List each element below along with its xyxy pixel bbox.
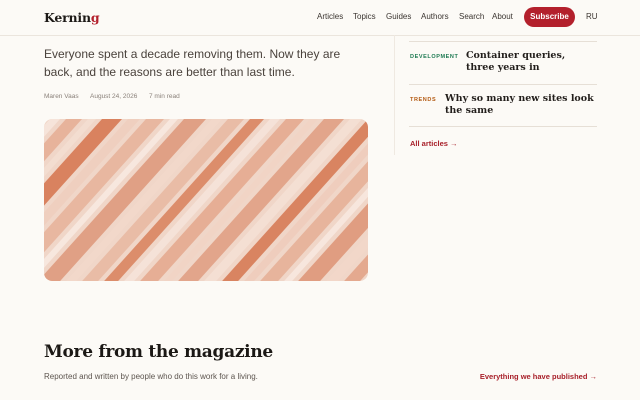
sidebar-item-development[interactable]: DEVELOPMENT Container queries, three yea… [409, 50, 597, 80]
topic-tag: TRENDS [410, 97, 437, 103]
article-lede: Everyone spent a decade removing them. N… [44, 47, 341, 79]
section-subtitle: Reported and written by people who do th… [44, 372, 258, 381]
nav-link-about[interactable]: About [492, 12, 513, 21]
language-switch[interactable]: RU [586, 12, 598, 21]
site-header: Kerning Articles Topics Guides Authors S… [0, 0, 640, 36]
article-read-time: 7 min read [149, 93, 180, 100]
nav-link-search[interactable]: Search [459, 12, 484, 21]
nav-link-topics[interactable]: Topics [353, 12, 376, 21]
sidebar-item-trends[interactable]: TRENDS Why so many new sites look the sa… [409, 93, 597, 123]
article-date: August 24, 2026 [90, 93, 138, 100]
sidebar-item-title[interactable]: Why so many new sites look the same [445, 93, 595, 117]
section-title: More from the magazine [44, 342, 273, 362]
diagonal-stripes-illustration [44, 119, 368, 281]
hero-image[interactable] [44, 119, 368, 281]
site-logo[interactable]: Kerning [44, 10, 100, 25]
sidebar-rule [409, 84, 597, 85]
article-author[interactable]: Maren Vaas [44, 93, 79, 100]
topic-tag: DEVELOPMENT [410, 54, 459, 60]
nav-link-authors[interactable]: Authors [421, 12, 449, 21]
sidebar-divider [394, 35, 395, 155]
sidebar-rule [409, 126, 597, 127]
subscribe-button[interactable]: Subscribe [524, 7, 575, 27]
all-articles-link[interactable]: All articles → [410, 139, 458, 148]
sidebar-rule [409, 41, 597, 42]
everything-published-link[interactable]: Everything we have published → [480, 372, 597, 381]
nav-link-guides[interactable]: Guides [386, 12, 411, 21]
sidebar-item-title[interactable]: Container queries, three years in [466, 50, 596, 74]
nav-link-articles[interactable]: Articles [317, 12, 343, 21]
